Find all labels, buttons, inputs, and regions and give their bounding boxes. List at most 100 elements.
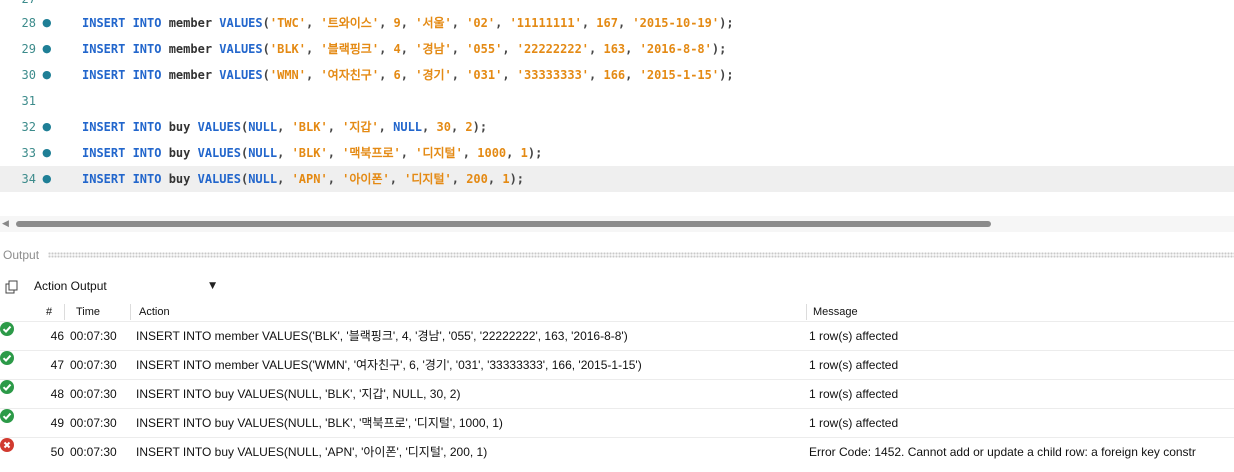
row-number: 46 xyxy=(50,329,64,343)
sql-token: 'BLK' xyxy=(269,42,306,56)
sql-token: '02' xyxy=(466,16,496,30)
row-message: Error Code: 1452. Cannot add or update a… xyxy=(809,445,1196,459)
row-message: 1 row(s) affected xyxy=(809,358,899,372)
sql-token: '055' xyxy=(466,42,503,56)
row-action: INSERT INTO buy VALUES(NULL, 'BLK', '지갑'… xyxy=(136,387,461,401)
sql-token: , xyxy=(581,16,597,30)
scrollbar-thumb[interactable] xyxy=(16,221,991,227)
statement-marker-icon[interactable]: ● xyxy=(42,166,52,192)
sql-token: NULL xyxy=(248,120,278,134)
sql-token: 1 xyxy=(520,146,528,160)
code-line[interactable]: 34 ● INSERT INTO buy VALUES(NULL, 'APN', '… xyxy=(0,166,1234,192)
sql-token: 167 xyxy=(596,16,618,30)
panel-grip[interactable] xyxy=(48,252,1234,258)
sql-token: , xyxy=(506,146,521,160)
sql-token: 166 xyxy=(603,68,626,82)
sql-token: '2016-8-8' xyxy=(639,42,712,56)
code-line[interactable]: 30 ● INSERT INTO member VALUES('WMN', '여자친… xyxy=(0,62,1234,88)
sql-token: , xyxy=(379,16,394,30)
sql-token: 6 xyxy=(393,68,401,82)
sql-token: '031' xyxy=(466,68,503,82)
column-header-number[interactable]: # xyxy=(46,304,52,320)
sql-token: , xyxy=(450,120,466,134)
sql-token: , xyxy=(277,146,292,160)
statement-marker-icon[interactable]: ● xyxy=(42,10,52,36)
output-type-select[interactable]: Action Output ▼ xyxy=(30,276,220,296)
table-row[interactable]: 48 00:07:30 INSERT INTO buy VALUES(NULL, '… xyxy=(0,379,1234,408)
table-row[interactable]: 46 00:07:30 INSERT INTO member VALUES('BLK… xyxy=(0,321,1234,350)
sql-token: , xyxy=(327,146,343,160)
sql-token: buy xyxy=(168,172,198,186)
sql-token: , xyxy=(502,68,517,82)
sql-token: 'BLK' xyxy=(291,146,328,160)
column-divider[interactable] xyxy=(130,304,131,320)
row-time: 00:07:30 xyxy=(70,387,117,401)
sql-token: ( xyxy=(262,68,270,82)
sql-token: VALUES xyxy=(197,146,241,160)
sql-token: ( xyxy=(262,16,270,30)
sql-token: '여자친구' xyxy=(320,68,380,82)
sql-statement[interactable]: INSERT INTO buy VALUES(NULL, 'BLK', '지갑'… xyxy=(82,114,487,140)
sql-statement[interactable]: INSERT INTO buy VALUES(NULL, 'BLK', '맥북프… xyxy=(82,140,542,166)
column-header-message[interactable]: Message xyxy=(813,304,858,320)
sql-token: '2015-1-15' xyxy=(639,68,720,82)
sql-token: , xyxy=(400,68,416,82)
sql-statement[interactable]: INSERT INTO member VALUES('BLK', '블랙핑크',… xyxy=(82,36,726,62)
table-row[interactable]: 47 00:07:30 INSERT INTO member VALUES('WMN… xyxy=(0,350,1234,379)
sql-token: ); xyxy=(719,16,734,30)
success-check-icon xyxy=(0,322,14,336)
copy-icon[interactable] xyxy=(5,279,19,294)
sql-token: , xyxy=(422,120,437,134)
sql-token: '22222222' xyxy=(516,42,590,56)
sql-token: ); xyxy=(472,120,488,134)
code-line[interactable]: 29 ● INSERT INTO member VALUES('BLK', '블랙핑… xyxy=(0,36,1234,62)
sql-token: , xyxy=(306,16,321,30)
sql-token: 1000 xyxy=(477,146,507,160)
editor-horizontal-scrollbar[interactable]: ◀ xyxy=(0,216,1234,232)
column-header-time[interactable]: Time xyxy=(76,304,100,320)
line-number: 29 xyxy=(21,42,36,56)
table-row[interactable]: 49 00:07:30 INSERT INTO buy VALUES(NULL, '… xyxy=(0,408,1234,437)
success-check-icon xyxy=(0,380,14,394)
sql-token: 'WMN' xyxy=(269,68,306,82)
line-number: 33 xyxy=(21,146,36,160)
code-line[interactable]: 31 xyxy=(0,88,1234,114)
line-number: 30 xyxy=(21,68,36,82)
sql-token: , xyxy=(625,42,640,56)
code-line[interactable]: 33 ● INSERT INTO buy VALUES(NULL, 'BLK', '… xyxy=(0,140,1234,166)
code-line[interactable]: 32 ● INSERT INTO buy VALUES(NULL, 'BLK', '… xyxy=(0,114,1234,140)
sql-token: INSERT INTO xyxy=(82,120,169,134)
sql-statement[interactable]: INSERT INTO member VALUES('WMN', '여자친구',… xyxy=(82,62,734,88)
row-number: 49 xyxy=(50,416,64,430)
line-number: 31 xyxy=(21,94,36,108)
row-action: INSERT INTO buy VALUES(NULL, 'BLK', '맥북프… xyxy=(136,416,503,430)
sql-token: 30 xyxy=(436,120,451,134)
sql-token: VALUES xyxy=(219,68,263,82)
column-header-action[interactable]: Action xyxy=(139,304,170,320)
sql-token: INSERT INTO xyxy=(82,16,169,30)
table-row[interactable]: 50 00:07:30 INSERT INTO buy VALUES(NULL, '… xyxy=(0,437,1234,466)
statement-marker-icon[interactable]: ● xyxy=(42,140,52,166)
sql-token: , xyxy=(389,172,405,186)
sql-editor[interactable]: 27 28●INSERT INTO member VALUES('TWC', '… xyxy=(0,0,1234,203)
statement-marker-icon[interactable]: ● xyxy=(42,36,52,62)
sql-token: , xyxy=(379,68,394,82)
sql-statement[interactable]: INSERT INTO buy VALUES(NULL, 'APN', '아이폰… xyxy=(82,166,524,192)
column-divider[interactable] xyxy=(64,304,65,320)
statement-marker-icon[interactable]: ● xyxy=(42,62,52,88)
sql-statement[interactable]: INSERT INTO member VALUES('TWC', '트와이스',… xyxy=(82,10,734,36)
line-number: 28 xyxy=(21,16,36,30)
chevron-down-icon: ▼ xyxy=(209,281,216,291)
sql-token: 1 xyxy=(502,172,510,186)
sql-token: , xyxy=(277,172,292,186)
code-line[interactable]: 28 ● INSERT INTO member VALUES('TWC', '트와이… xyxy=(0,10,1234,36)
sql-token: '2015-10-19' xyxy=(632,16,720,30)
scroll-left-arrow-icon[interactable]: ◀ xyxy=(2,216,9,232)
sql-token: , xyxy=(400,16,416,30)
column-divider[interactable] xyxy=(806,304,807,320)
sql-token: , xyxy=(625,68,640,82)
sql-token: , xyxy=(277,120,292,134)
output-title: Output xyxy=(3,248,40,262)
statement-marker-icon[interactable]: ● xyxy=(42,114,52,140)
error-x-icon xyxy=(0,438,14,452)
